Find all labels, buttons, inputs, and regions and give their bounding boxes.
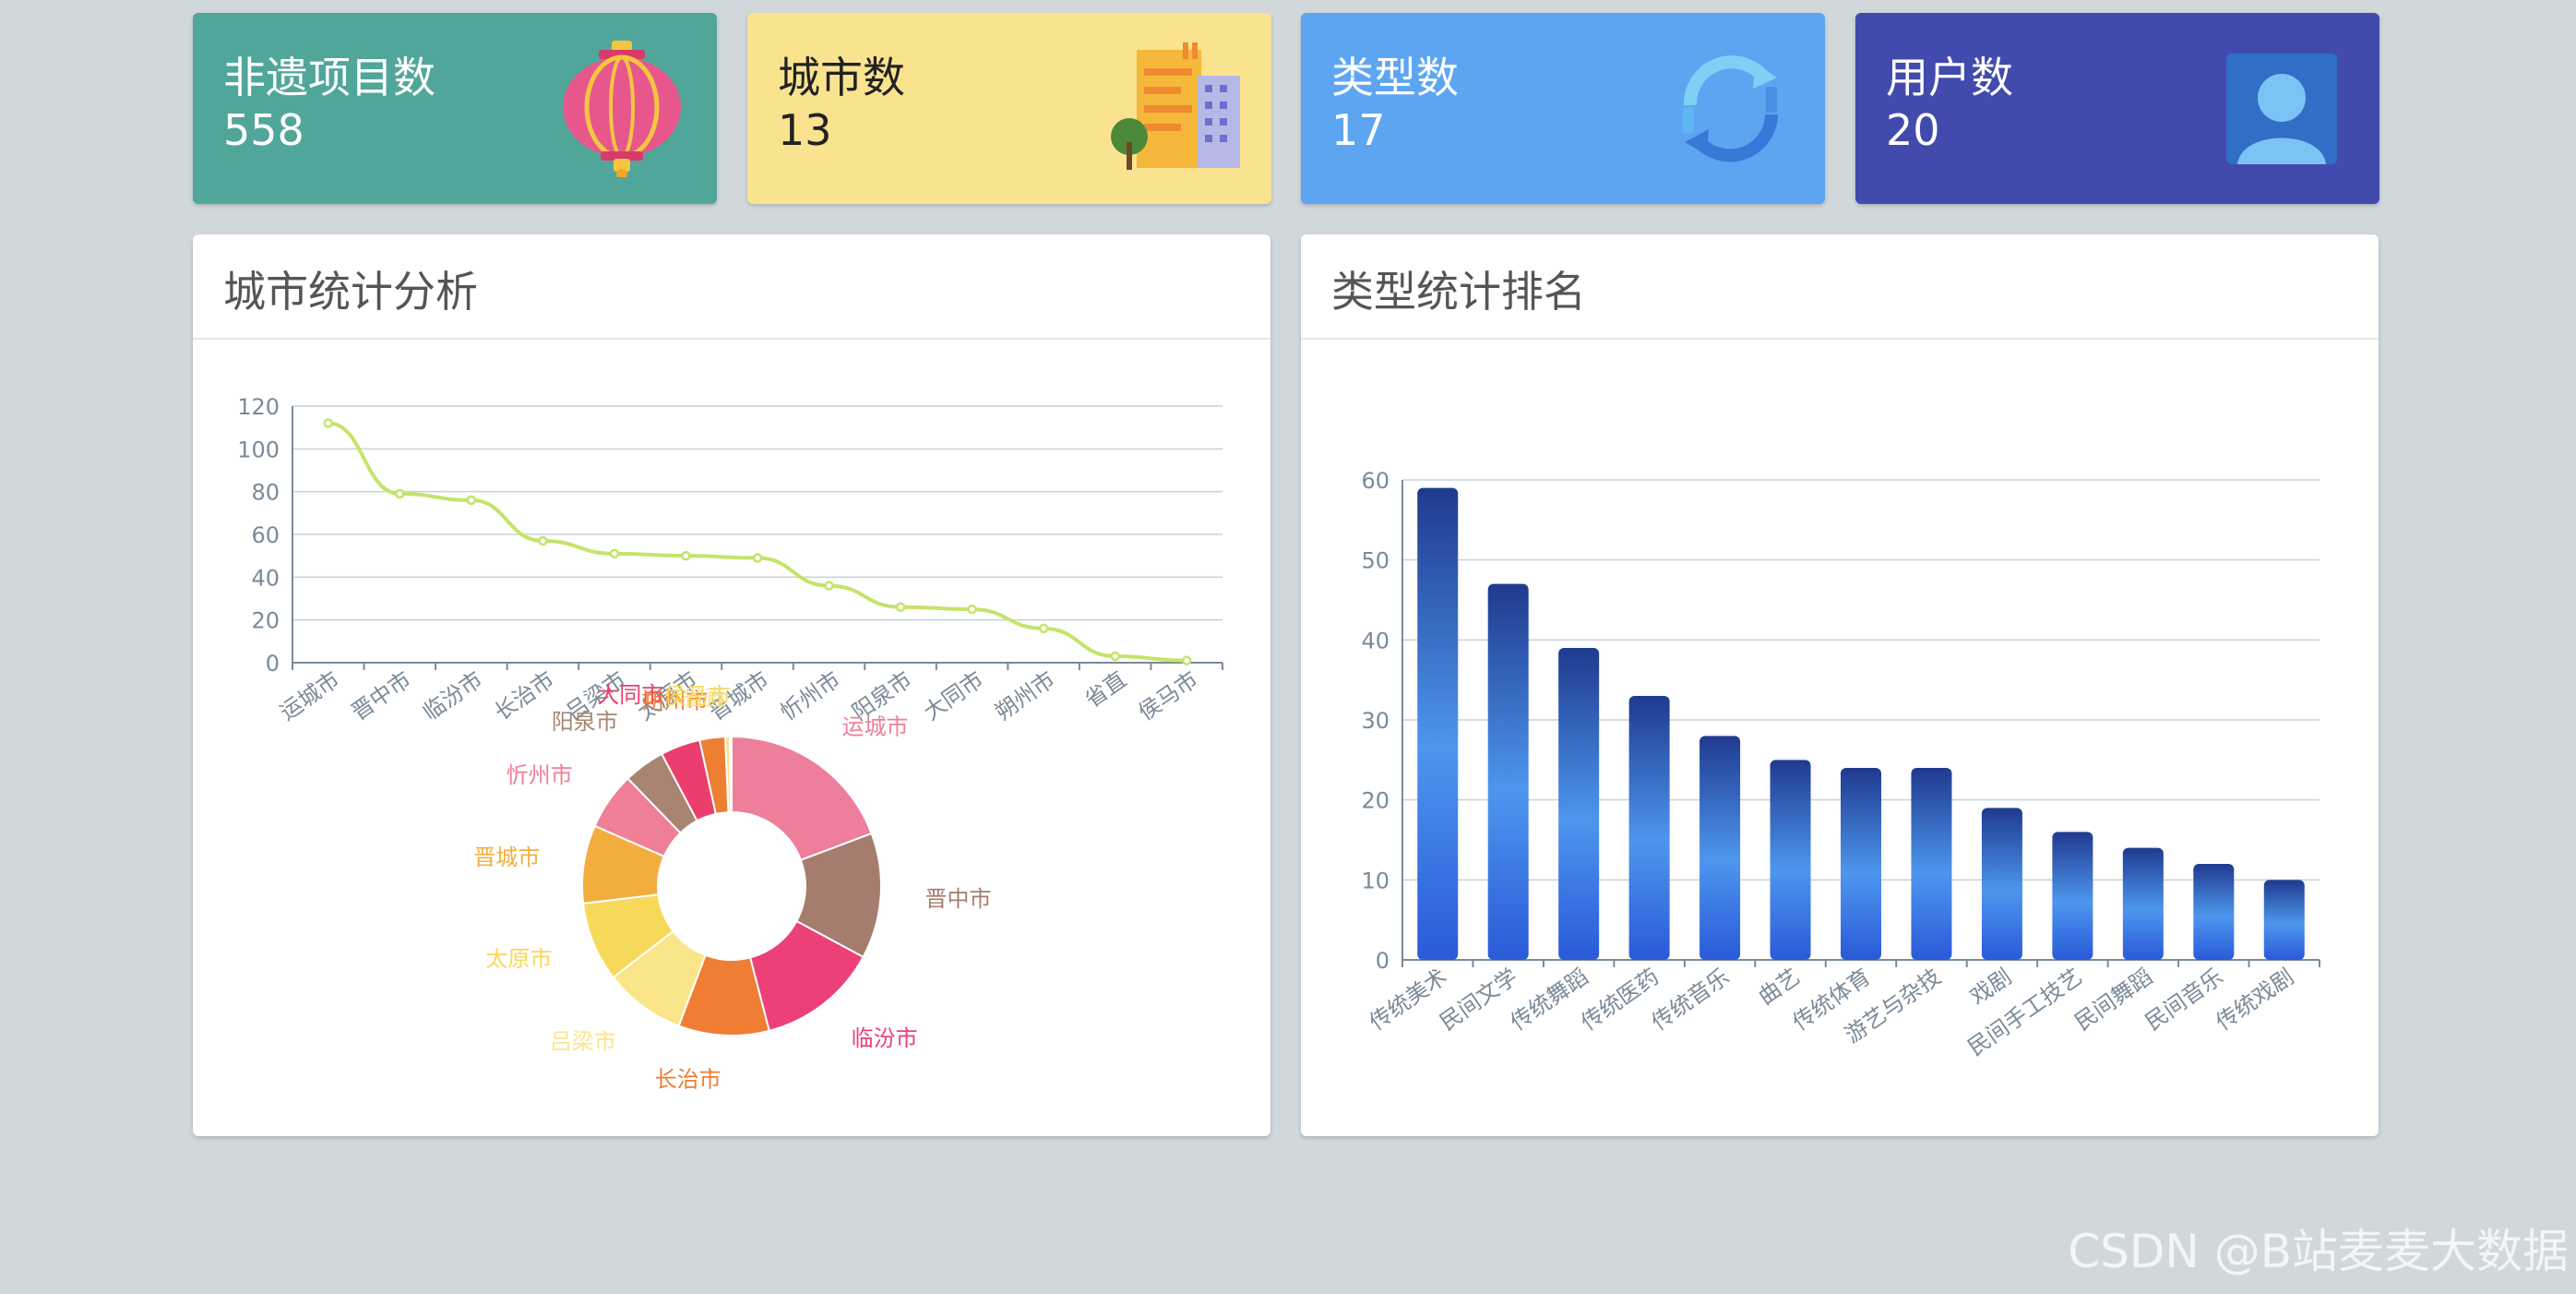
- data-point: [395, 488, 405, 499]
- x-tick-label: 传统音乐: [1647, 964, 1735, 1036]
- y-tick-label: 40: [1361, 628, 1389, 653]
- bar: [2052, 832, 2093, 960]
- x-tick-label: 晋中市: [347, 666, 416, 725]
- city-charts: 020406080100120运城市 晋中市 临汾市 长治市 吕梁市 太原市 晋城市 忻州市阳…: [237, 394, 1223, 1093]
- type-bar-chart: 0102030405060传统美术民间文学传统舞蹈传统医药传统音乐 曲艺传统体育游…: [1361, 468, 2320, 1061]
- y-tick-label: 20: [251, 608, 280, 634]
- bar: [2263, 880, 2305, 960]
- stat-card-projects: 非遗项目数 558: [193, 13, 717, 204]
- x-tick-label: 曲艺: [1754, 964, 1805, 1010]
- x-tick-label: 传统美术: [1365, 964, 1452, 1036]
- bar: [2193, 864, 2235, 960]
- stat-value: 558: [223, 105, 304, 155]
- x-tick-label: 侯马市: [1134, 666, 1203, 725]
- stat-card-users: 用户数 20: [1855, 13, 2379, 204]
- pie-label: 晋城市: [473, 845, 540, 870]
- pie-label: 阳泉市: [552, 709, 618, 735]
- y-tick-label: 100: [237, 437, 280, 462]
- stat-value: 17: [1331, 105, 1386, 155]
- series-line: [328, 421, 1187, 663]
- bar: [1487, 583, 1529, 960]
- x-tick-label: 省直: [1080, 666, 1131, 713]
- pie-label: 临汾市: [852, 1025, 918, 1051]
- pie-label: 侯马市: [664, 683, 731, 709]
- bar: [2122, 847, 2164, 960]
- pie-slice: [729, 735, 733, 814]
- stat-value: 13: [778, 105, 832, 155]
- x-tick-label: 戏剧: [1965, 964, 2016, 1010]
- pie-label: 长治市: [655, 1067, 722, 1093]
- pie-label: 太原市: [486, 946, 553, 972]
- user-avatar-icon: [2226, 54, 2337, 164]
- pie-label: 晋中市: [925, 886, 992, 912]
- x-tick-label: 民间音乐: [2141, 964, 2228, 1036]
- y-tick-label: 40: [251, 565, 280, 591]
- x-tick-label: 民间舞蹈: [2070, 964, 2158, 1036]
- bar: [1911, 768, 1952, 960]
- lantern-icon: [563, 41, 681, 177]
- data-point: [609, 548, 620, 559]
- y-tick-label: 50: [1361, 548, 1389, 574]
- pie-label: 吕梁市: [550, 1029, 616, 1055]
- pie-label: 忻州市: [507, 762, 573, 788]
- y-tick-label: 60: [1361, 468, 1389, 494]
- y-tick-label: 10: [1361, 868, 1389, 893]
- data-point: [967, 604, 977, 615]
- data-point: [752, 553, 763, 563]
- y-tick-label: 60: [251, 522, 280, 548]
- y-tick-label: 0: [266, 651, 280, 677]
- bar: [1558, 648, 1600, 960]
- data-point: [1038, 623, 1049, 634]
- data-point: [1181, 655, 1192, 665]
- x-tick-label: 传统舞蹈: [1506, 964, 1593, 1036]
- bar: [1981, 808, 2022, 960]
- stat-title: 城市数: [778, 53, 905, 102]
- bar: [1841, 768, 1881, 960]
- bar: [1417, 487, 1459, 960]
- type-ranking-panel: 类型统计排名 0 10 20 30 40 50 60 传统美术 民间文学 传统舞蹈 传统医药 传统音乐…: [1301, 234, 2379, 1136]
- data-point: [466, 495, 477, 506]
- y-tick-label: 0: [1376, 948, 1389, 974]
- pie-label: 运城市: [842, 713, 909, 739]
- data-point: [895, 602, 906, 613]
- x-tick-label: 传统医药: [1576, 964, 1664, 1036]
- stat-card-cities: 城市数 13: [747, 13, 1271, 204]
- x-tick-label: 朔州市: [991, 666, 1060, 725]
- x-tick-label: 忻州市: [776, 666, 845, 725]
- data-point: [824, 581, 834, 591]
- x-tick-label: 传统戏剧: [2212, 964, 2299, 1036]
- y-tick-label: 120: [237, 394, 280, 420]
- x-tick-label: 临汾市: [418, 666, 487, 725]
- stat-title: 类型数: [1331, 53, 1459, 102]
- stat-title: 用户数: [1886, 53, 2013, 102]
- bar: [1770, 760, 1811, 960]
- x-tick-label: 长治市: [490, 666, 559, 725]
- y-tick-label: 30: [1361, 708, 1389, 734]
- stat-card-types: 类型数 17: [1301, 13, 1825, 204]
- refresh-cycle-icon: [1683, 55, 1778, 162]
- x-tick-label: 运城市: [275, 666, 344, 725]
- y-tick-label: 20: [1361, 788, 1389, 814]
- data-point: [323, 418, 334, 428]
- watermark: CSDN @B站麦麦大数据: [2068, 1225, 2569, 1278]
- stat-title: 非遗项目数: [223, 53, 435, 102]
- data-point: [681, 550, 691, 561]
- data-point: [538, 535, 548, 546]
- bar: [1628, 696, 1670, 960]
- stat-value: 20: [1886, 105, 1940, 155]
- city-stats-panel: 城市统计分析 0 20 40 60 80 100 120 运城市 晋中市 临汾市 长治市 吕梁市 太原市…: [193, 234, 1270, 1136]
- x-tick-label: 民间文学: [1435, 964, 1522, 1036]
- x-tick-label: 大同市: [919, 666, 988, 725]
- bar: [1699, 736, 1741, 960]
- y-tick-label: 80: [251, 480, 280, 506]
- data-point: [1110, 651, 1120, 662]
- buildings-icon: [1111, 42, 1240, 170]
